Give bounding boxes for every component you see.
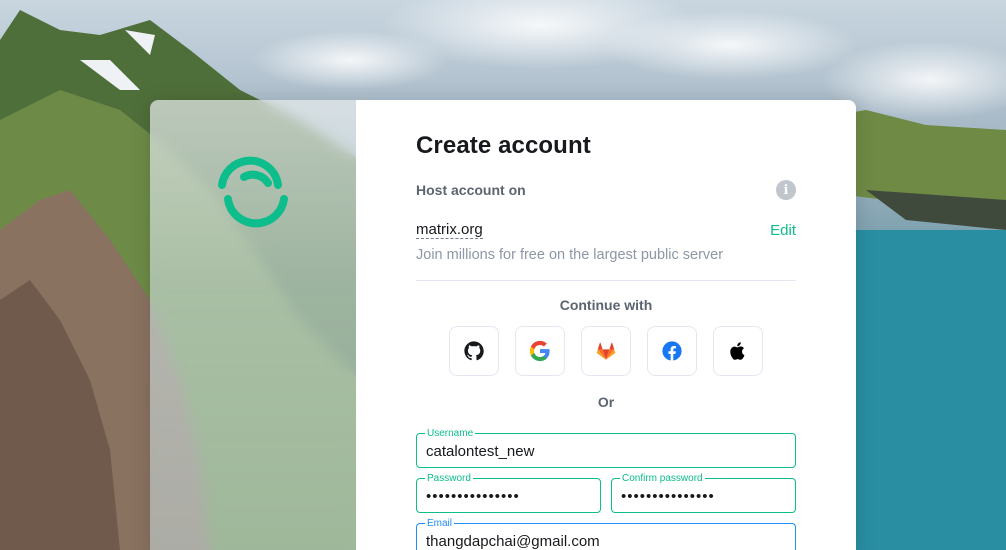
continue-with-label: Continue with bbox=[559, 297, 653, 313]
gitlab-sso-button[interactable] bbox=[581, 326, 631, 376]
username-field[interactable]: Username bbox=[416, 428, 796, 468]
email-field[interactable]: Email bbox=[416, 518, 796, 550]
github-sso-button[interactable] bbox=[449, 326, 499, 376]
edit-server-button[interactable]: Edit bbox=[770, 222, 796, 239]
email-input[interactable] bbox=[426, 531, 787, 550]
facebook-sso-button[interactable] bbox=[647, 326, 697, 376]
confirm-password-input[interactable] bbox=[621, 486, 787, 506]
server-description: Join millions for free on the largest pu… bbox=[416, 247, 724, 263]
google-sso-button[interactable] bbox=[515, 326, 565, 376]
auth-form-panel: Create account Host account on i matrix.… bbox=[356, 100, 856, 550]
email-label: Email bbox=[425, 518, 455, 529]
github-icon bbox=[464, 341, 484, 361]
element-logo-icon bbox=[218, 156, 288, 228]
divider bbox=[416, 280, 796, 281]
apple-sso-button[interactable] bbox=[713, 326, 763, 376]
username-input[interactable] bbox=[426, 441, 787, 461]
gitlab-icon bbox=[596, 342, 616, 360]
password-input[interactable] bbox=[426, 486, 592, 506]
password-label: Password bbox=[425, 473, 473, 484]
page-title: Create account bbox=[416, 132, 591, 159]
info-icon[interactable]: i bbox=[776, 180, 796, 200]
password-field[interactable]: Password bbox=[416, 473, 601, 513]
or-separator: Or bbox=[597, 394, 615, 410]
auth-sidebar bbox=[150, 100, 356, 550]
auth-card: Create account Host account on i matrix.… bbox=[150, 100, 856, 550]
confirm-password-label: Confirm password bbox=[620, 473, 705, 484]
server-name: matrix.org bbox=[416, 221, 483, 239]
apple-icon bbox=[730, 342, 745, 360]
google-icon bbox=[529, 340, 550, 362]
host-label: Host account on bbox=[416, 182, 526, 198]
sso-buttons bbox=[416, 326, 796, 376]
username-label: Username bbox=[425, 428, 476, 439]
confirm-password-field[interactable]: Confirm password bbox=[611, 473, 796, 513]
facebook-icon bbox=[662, 341, 682, 361]
